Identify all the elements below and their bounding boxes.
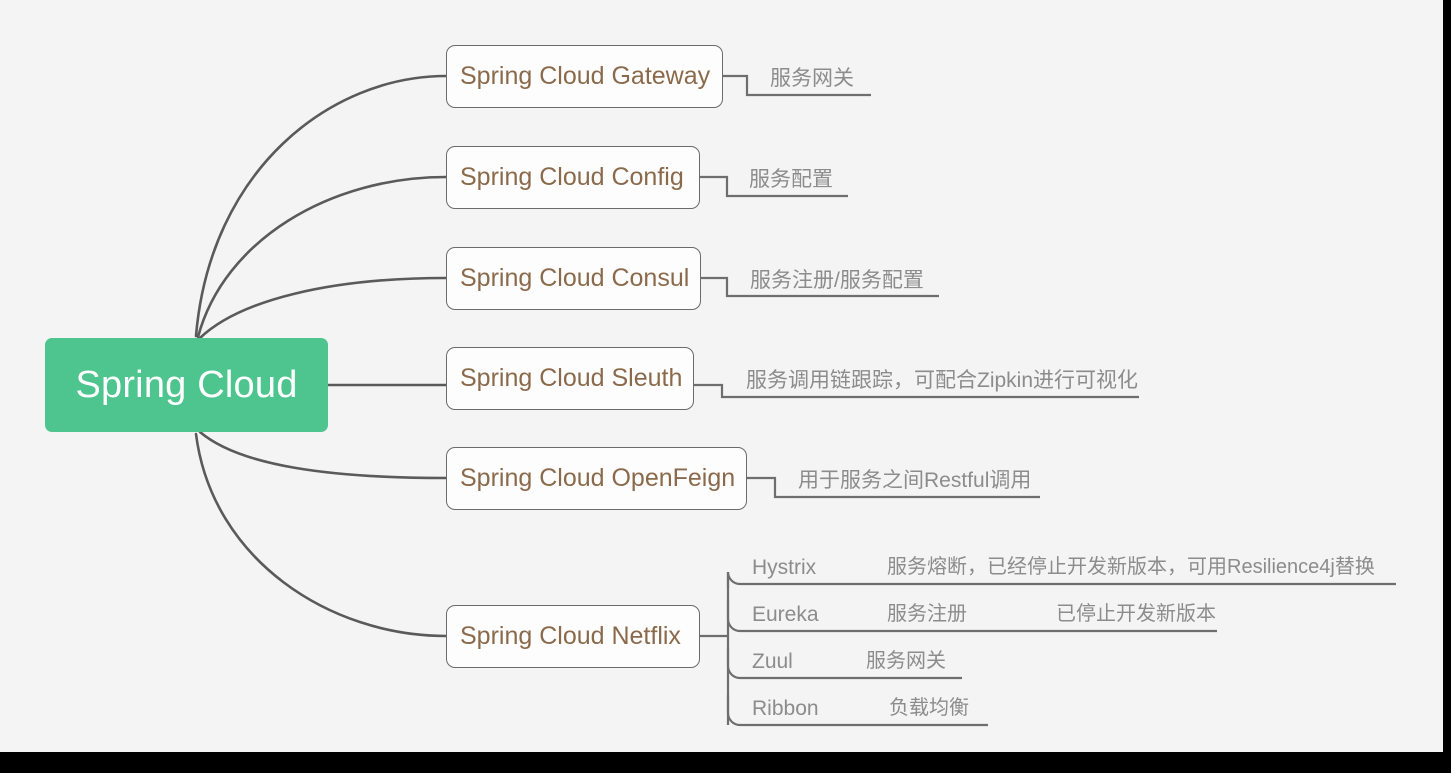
node-label: Spring Cloud Consul — [460, 264, 690, 292]
bottom-border-bar — [0, 752, 1451, 773]
sub-item-desc-zuul: 服务网关 — [866, 650, 946, 672]
node-label: Spring Cloud OpenFeign — [460, 464, 736, 492]
root-node-label: Spring Cloud — [75, 363, 298, 406]
annotation-config: 服务配置 — [749, 168, 833, 191]
link-root-consul — [198, 276, 448, 340]
sub-item-desc-eureka: 服务注册 — [887, 603, 967, 625]
sub-item-note-eureka: 已停止开发新版本 — [1056, 603, 1216, 625]
link-root-config — [196, 175, 448, 339]
annotation-openfeign: 用于服务之间Restful调用 — [798, 469, 1032, 492]
link-root-netflix — [194, 432, 448, 638]
sub-item-name-eureka[interactable]: Eureka — [752, 604, 819, 625]
right-border-bar — [1443, 0, 1451, 752]
node-spring-cloud-config[interactable]: Spring Cloud Config — [446, 146, 700, 209]
root-node[interactable]: Spring Cloud — [45, 338, 328, 432]
node-spring-cloud-consul[interactable]: Spring Cloud Consul — [446, 247, 701, 310]
link-root-openfeign — [198, 430, 448, 480]
node-spring-cloud-openfeign[interactable]: Spring Cloud OpenFeign — [446, 447, 747, 510]
annotation-gateway: 服务网关 — [770, 67, 854, 90]
sub-item-desc-hystrix: 服务熔断，已经停止开发新版本，可用Resilience4j替换 — [887, 556, 1375, 578]
link-root-gateway — [194, 74, 448, 338]
node-spring-cloud-gateway[interactable]: Spring Cloud Gateway — [446, 45, 723, 108]
node-label: Spring Cloud Gateway — [460, 62, 711, 90]
node-spring-cloud-sleuth[interactable]: Spring Cloud Sleuth — [446, 347, 694, 410]
node-spring-cloud-netflix[interactable]: Spring Cloud Netflix — [446, 605, 700, 668]
node-label: Spring Cloud Sleuth — [460, 364, 683, 392]
annotation-consul: 服务注册/服务配置 — [750, 269, 924, 292]
annotation-sleuth: 服务调用链跟踪，可配合Zipkin进行可视化 — [746, 369, 1139, 392]
node-label: Spring Cloud Config — [460, 163, 684, 191]
sub-item-name-zuul[interactable]: Zuul — [752, 651, 793, 672]
sub-item-name-hystrix[interactable]: Hystrix — [752, 557, 816, 578]
node-label: Spring Cloud Netflix — [460, 622, 681, 650]
sub-item-desc-ribbon: 负载均衡 — [889, 697, 969, 719]
sub-item-name-ribbon[interactable]: Ribbon — [752, 698, 819, 719]
mindmap-canvas: Spring Cloud Spring Cloud Gateway 服务网关 S… — [0, 0, 1451, 773]
